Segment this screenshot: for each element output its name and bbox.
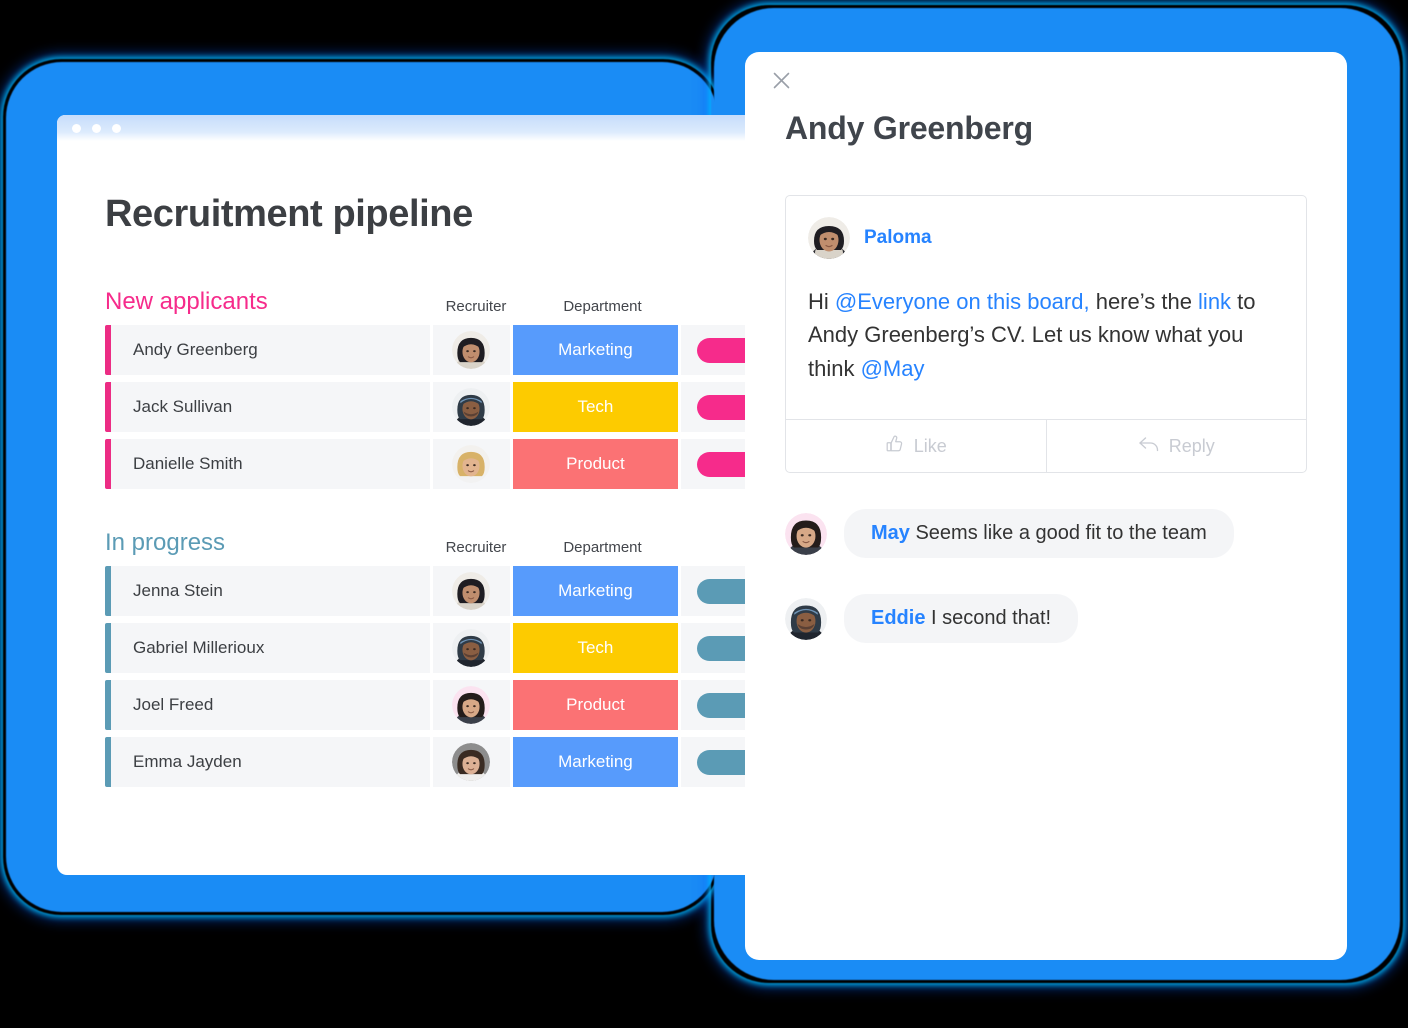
groups-container: New applicants Recruiter Department Andy Gr… <box>105 284 781 787</box>
like-button[interactable]: Like <box>786 420 1046 472</box>
avatar <box>452 686 491 724</box>
row-name-cell[interactable]: Jack Sullivan <box>111 382 430 432</box>
department-cell[interactable]: Product <box>512 439 678 489</box>
thumbs-up-icon <box>885 434 905 459</box>
group-teal: In progress Recruiter Department Jenna Stei… <box>105 525 781 787</box>
table-row[interactable]: Gabriel Millerioux Tech <box>105 623 781 673</box>
minimize-dot[interactable] <box>92 123 101 133</box>
comment-actions: Like Reply <box>786 419 1307 473</box>
column-header-department: Department <box>563 539 642 556</box>
comment-author-name[interactable]: Paloma <box>864 227 932 249</box>
avatar <box>452 331 491 369</box>
comment-text-part-1: Hi <box>808 289 835 314</box>
row-name-cell[interactable]: Joel Freed <box>111 680 430 730</box>
board-content: Recruitment pipeline New applicants Recru… <box>57 141 781 875</box>
recruiter-cell[interactable] <box>432 325 510 375</box>
reply-item: Eddie I second that! <box>785 594 1307 644</box>
screenshot-stage: Recruitment pipeline New applicants Recru… <box>0 0 1408 1028</box>
department-cell[interactable]: Tech <box>512 623 678 673</box>
table-row[interactable]: Andy Greenberg Marketing <box>105 325 781 375</box>
maximize-dot[interactable] <box>112 123 121 133</box>
avatar <box>452 572 491 610</box>
recruiter-cell[interactable] <box>432 439 510 489</box>
item-detail-modal: Andy Greenberg Paloma Hi @Everyone on th… <box>745 52 1347 960</box>
reply-arrow-icon <box>1138 435 1160 458</box>
department-cell[interactable]: Marketing <box>512 325 678 375</box>
column-header-recruiter: Recruiter <box>445 539 507 556</box>
table-row[interactable]: Emma Jayden Marketing <box>105 737 781 787</box>
table-row[interactable]: Joel Freed Product <box>105 680 781 730</box>
row-name-cell[interactable]: Emma Jayden <box>111 737 430 787</box>
column-header-department: Department <box>563 298 642 315</box>
avatar <box>452 743 491 781</box>
recruiter-cell[interactable] <box>432 623 510 673</box>
department-cell[interactable]: Marketing <box>512 566 678 616</box>
department-cell[interactable]: Marketing <box>512 737 678 787</box>
avatar <box>452 445 491 483</box>
row-name-cell[interactable]: Gabriel Millerioux <box>111 623 430 673</box>
like-label: Like <box>913 435 947 456</box>
cv-link[interactable]: link <box>1198 289 1231 314</box>
reply-label: Reply <box>1168 435 1215 456</box>
replies-container: May Seems like a good fit to the team Edd… <box>785 509 1307 644</box>
comment-text-part-2: here’s the <box>1089 289 1199 314</box>
close-dot[interactable] <box>72 123 81 133</box>
reply-bubble: Eddie I second that! <box>844 594 1079 644</box>
reply-item: May Seems like a good fit to the team <box>785 509 1307 559</box>
page-title: Recruitment pipeline <box>105 193 473 235</box>
group-header: New applicants Recruiter Department <box>105 284 781 315</box>
close-icon[interactable] <box>765 64 797 96</box>
recruiter-cell[interactable] <box>432 737 510 787</box>
table-row[interactable]: Jenna Stein Marketing <box>105 566 781 616</box>
reply-author[interactable]: Eddie <box>871 607 925 629</box>
reply-text: Seems like a good fit to the team <box>909 522 1207 545</box>
row-name-cell[interactable]: Danielle Smith <box>111 439 430 489</box>
avatar <box>452 388 491 426</box>
table-row[interactable]: Danielle Smith Product <box>105 439 781 489</box>
window-titlebar <box>57 115 781 141</box>
reply-bubble: May Seems like a good fit to the team <box>844 509 1234 559</box>
avatar <box>808 217 850 259</box>
group-pink: New applicants Recruiter Department Andy Gr… <box>105 284 781 489</box>
modal-title: Andy Greenberg <box>785 110 1033 146</box>
group-title[interactable]: New applicants <box>105 290 437 314</box>
mention-everyone[interactable]: @Everyone on this board, <box>835 289 1090 314</box>
avatar <box>785 597 827 640</box>
recruiter-cell[interactable] <box>432 680 510 730</box>
avatar <box>785 512 827 555</box>
row-name-cell[interactable]: Jenna Stein <box>111 566 430 616</box>
reply-text: I second that! <box>925 607 1052 630</box>
column-header-recruiter: Recruiter <box>445 298 507 315</box>
recruiter-cell[interactable] <box>432 566 510 616</box>
department-cell[interactable]: Tech <box>512 382 678 432</box>
comment-card: Paloma Hi @Everyone on this board, here’… <box>785 195 1307 474</box>
reply-button[interactable]: Reply <box>1045 420 1307 473</box>
recruiter-cell[interactable] <box>432 382 510 432</box>
row-name-cell[interactable]: Andy Greenberg <box>111 325 430 375</box>
comment-body: Paloma Hi @Everyone on this board, here’… <box>786 196 1306 419</box>
board-window: Recruitment pipeline New applicants Recru… <box>57 115 781 875</box>
group-header: In progress Recruiter Department <box>105 525 781 556</box>
mention-may[interactable]: @May <box>861 356 925 381</box>
avatar <box>452 629 491 667</box>
comment-text: Hi @Everyone on this board, here’s the l… <box>808 285 1284 385</box>
comment-author-row: Paloma <box>808 217 1284 259</box>
table-row[interactable]: Jack Sullivan Tech <box>105 382 781 432</box>
reply-author[interactable]: May <box>871 522 910 544</box>
group-title[interactable]: In progress <box>105 531 437 555</box>
department-cell[interactable]: Product <box>512 680 678 730</box>
